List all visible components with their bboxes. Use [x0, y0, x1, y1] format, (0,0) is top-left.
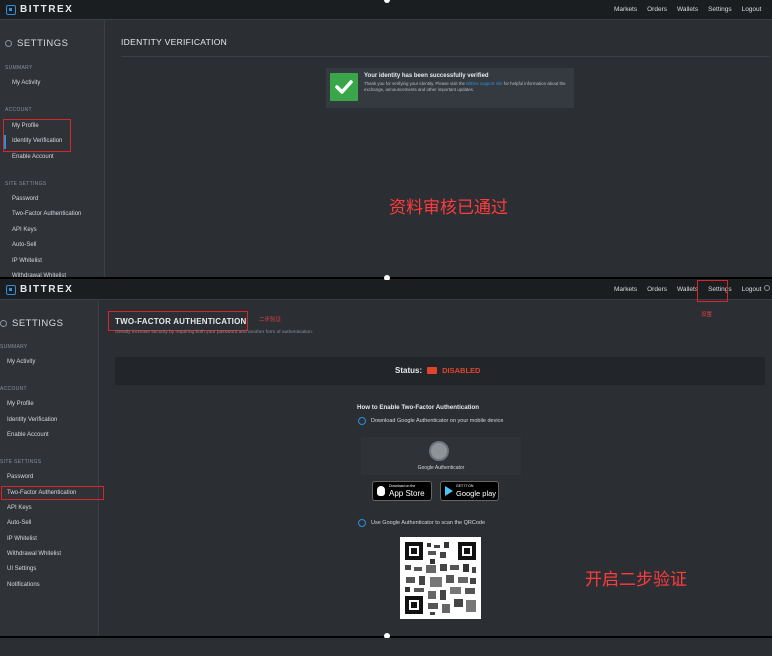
ga-label: Google Authenticator	[417, 465, 465, 471]
two-factor-screen: BITTREX Markets Orders Wallets Settings …	[0, 280, 772, 637]
section-account: ACCOUNT	[5, 107, 32, 113]
qr-code	[400, 537, 481, 619]
annotation-enable-2fa: 开启二步验证	[585, 570, 687, 590]
sidebar-item-password-2[interactable]: Password	[7, 474, 33, 480]
page-subtitle: Greatly increase security by requiring b…	[115, 330, 314, 335]
step1-icon	[358, 417, 366, 425]
sidebar-item-notifications[interactable]: Notifications	[7, 582, 40, 588]
play-icon	[445, 486, 453, 496]
gear-icon-nav[interactable]	[764, 285, 770, 291]
sidebar-item-two-factor[interactable]: Two-Factor Authentication	[12, 211, 81, 217]
nav-orders-2[interactable]: Orders	[647, 286, 667, 293]
annotation-settings: 设置	[701, 312, 713, 318]
bittrex-logo-2[interactable]: BITTREX	[6, 283, 73, 296]
appstore-small: Download on the	[389, 484, 416, 488]
top-navbar: BITTREX Markets Orders Wallets Settings …	[0, 0, 772, 20]
status-bar: Status: DISABLED	[115, 357, 765, 385]
sidebar-item-auto-sell[interactable]: Auto-Sell	[12, 242, 36, 248]
identity-verification-screen: BITTREX Markets Orders Wallets Settings …	[0, 0, 772, 279]
annotation-verified: 资料审核已通过	[389, 198, 508, 218]
brand-name-2: BITTREX	[20, 284, 74, 295]
sidebar-item-api-keys[interactable]: API Keys	[12, 227, 37, 233]
sidebar-item-enable-account-2[interactable]: Enable Account	[7, 432, 49, 438]
sidebar-item-withdrawal-whitelist-2[interactable]: Withdrawal Whitelist	[7, 551, 61, 557]
nav-orders[interactable]: Orders	[647, 6, 667, 13]
how-title: How to Enable Two-Factor Authentication	[357, 404, 480, 411]
status-label: Status:	[395, 366, 423, 375]
status-value: DISABLED	[442, 366, 481, 375]
nav-settings[interactable]: Settings	[708, 6, 732, 13]
highlight-box-heading	[108, 311, 248, 331]
verification-success-card: Your identity has been successfully veri…	[326, 68, 574, 108]
page-heading: IDENTITY VERIFICATION	[121, 37, 228, 47]
main-nav: Markets Orders Wallets Settings Logout	[614, 0, 761, 19]
gplay-small: GET IT ON	[456, 484, 474, 488]
nav-logout-2[interactable]: Logout	[742, 286, 762, 293]
status-row: Status: DISABLED	[395, 366, 480, 375]
bittrex-logo-icon-2	[6, 284, 16, 295]
google-authenticator-icon	[429, 441, 449, 461]
sidebar-item-ui-settings[interactable]: UI Settings	[7, 566, 36, 572]
google-play-button[interactable]: GET IT ON Google play	[440, 481, 499, 501]
sidebar-item-my-activity-2[interactable]: My Activity	[7, 359, 35, 365]
nav-markets-2[interactable]: Markets	[614, 286, 637, 293]
brand-name: BITTREX	[20, 4, 74, 15]
bittrex-logo-icon	[6, 4, 16, 15]
sidebar-item-auto-sell-2[interactable]: Auto-Sell	[7, 520, 31, 526]
sidebar-item-my-profile-2[interactable]: My Profile	[7, 401, 34, 407]
gplay-big: Google play	[456, 489, 497, 498]
step1-text: Download Google Authenticator on your mo…	[371, 418, 504, 424]
nav-wallets-2[interactable]: Wallets	[677, 286, 698, 293]
check-icon	[330, 73, 358, 101]
section-site-settings: SITE SETTINGS	[5, 181, 47, 187]
success-title: Your identity has been successfully veri…	[364, 73, 489, 79]
annotation-two-step: 二步验证	[259, 317, 282, 323]
sidebar-title-2: SETTINGS	[0, 318, 64, 329]
top-navbar-2: BITTREX Markets Orders Wallets Settings …	[0, 280, 772, 300]
lock-icon	[427, 367, 438, 374]
section-account-2: ACCOUNT	[0, 386, 27, 392]
appstore-big: App Store	[389, 489, 425, 498]
nav-logout[interactable]: Logout	[742, 6, 762, 13]
main-nav-2: Markets Orders Wallets Settings Logout	[614, 280, 761, 299]
sidebar-item-api-keys-2[interactable]: API Keys	[7, 505, 32, 511]
sidebar-item-identity-verification-2[interactable]: Identity Verification	[7, 417, 57, 423]
highlight-box-account	[3, 119, 71, 152]
step2-icon	[358, 519, 366, 527]
bittrex-logo[interactable]: BITTREX	[6, 3, 73, 16]
app-store-button[interactable]: Download on the App Store	[372, 481, 432, 501]
settings-sidebar-2: SETTINGS SUMMARY My Activity ACCOUNT My …	[0, 300, 99, 637]
apple-icon	[377, 486, 385, 496]
gear-icon	[5, 40, 12, 47]
sidebar-title: SETTINGS	[5, 38, 69, 49]
gear-icon-2	[0, 320, 7, 327]
sidebar-item-ip-whitelist[interactable]: IP Whitelist	[12, 258, 42, 264]
divider	[121, 56, 769, 57]
highlight-box-two-factor	[1, 486, 104, 500]
support-site-link[interactable]: Bittrex support site	[466, 81, 502, 86]
success-text: Thank you for verifying your identity. P…	[364, 81, 569, 93]
nav-wallets[interactable]: Wallets	[677, 6, 698, 13]
footer-area	[0, 638, 772, 656]
sidebar-item-enable-account[interactable]: Enable Account	[12, 154, 54, 160]
section-site-settings-2: SITE SETTINGS	[0, 459, 42, 465]
step2-text: Use Google Authenticator to scan the QRC…	[371, 520, 486, 526]
success-text-part1: Thank you for verifying your identity. P…	[364, 81, 465, 86]
section-summary: SUMMARY	[5, 65, 33, 71]
sidebar-item-password[interactable]: Password	[12, 196, 38, 202]
highlight-box-settings	[697, 280, 728, 302]
sidebar-item-my-activity[interactable]: My Activity	[12, 80, 40, 86]
authenticator-card: Google Authenticator	[361, 437, 521, 475]
sidebar-title-text-2: SETTINGS	[12, 318, 64, 329]
section-summary-2: SUMMARY	[0, 344, 28, 350]
sidebar-title-text: SETTINGS	[17, 38, 69, 49]
sidebar-item-ip-whitelist-2[interactable]: IP Whitelist	[7, 536, 37, 542]
nav-markets[interactable]: Markets	[614, 6, 637, 13]
